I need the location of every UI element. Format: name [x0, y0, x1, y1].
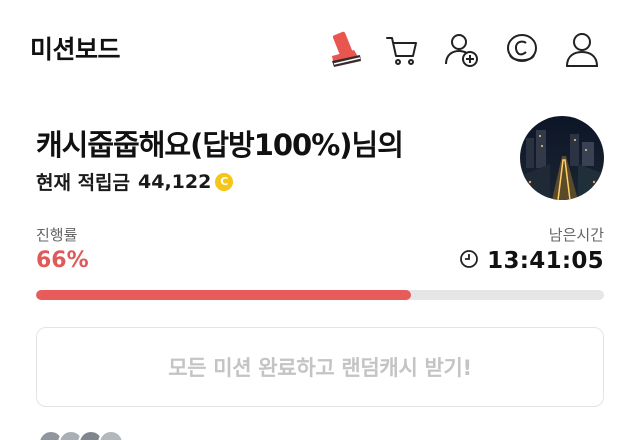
coin-icon: C — [215, 172, 234, 191]
cart-icon[interactable] — [382, 30, 422, 70]
remaining-time-label: 남은시간 — [548, 226, 604, 244]
points-value: 44,122 — [138, 170, 212, 193]
progress-bar-fill — [36, 290, 411, 300]
add-friend-icon[interactable] — [442, 30, 482, 70]
progress-value: 66% — [36, 248, 89, 273]
participant-avatar — [98, 430, 124, 440]
points-label: 현재 적립금 — [36, 172, 131, 194]
remaining-time-value: 13:41:05 — [487, 248, 604, 274]
clock-icon — [459, 249, 479, 273]
sneaker-icon[interactable] — [324, 30, 364, 70]
profile-icon[interactable] — [562, 30, 602, 70]
coin-c-icon[interactable] — [502, 30, 542, 70]
points-row: 현재 적립금 44,122 C — [36, 168, 234, 195]
random-cash-button[interactable]: 모든 미션 완료하고 랜덤캐시 받기! — [36, 327, 604, 407]
user-name-heading: 캐시줍줍해요(답방100%)님의 — [36, 128, 404, 162]
participant-avatars — [38, 430, 138, 440]
page-title: 미션보드 — [30, 35, 121, 64]
avatar[interactable] — [520, 116, 604, 200]
progress-label: 진행률 — [36, 226, 78, 244]
progress-bar — [36, 290, 604, 300]
header: 미션보드 — [0, 0, 640, 100]
timer-row: 13:41:05 — [459, 248, 604, 274]
